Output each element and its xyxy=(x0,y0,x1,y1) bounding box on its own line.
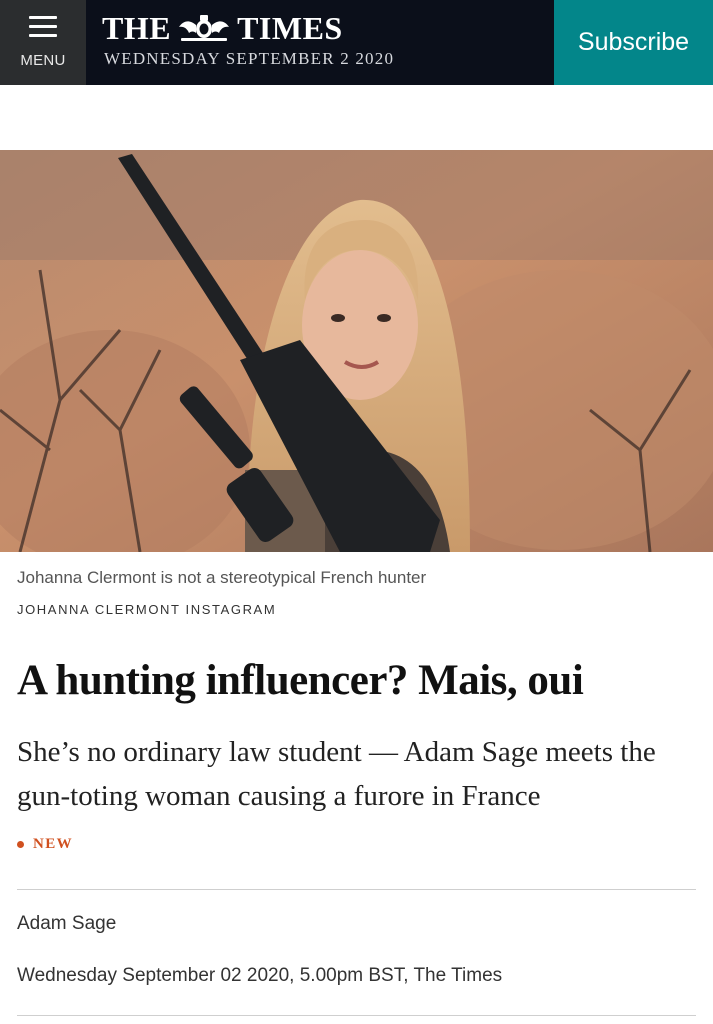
publish-date: Wednesday September 02 2020, 5.00pm BST,… xyxy=(17,965,503,986)
divider xyxy=(17,889,696,890)
badge-label: NEW xyxy=(33,836,74,852)
article-headline: A hunting influencer? Mais, oui xyxy=(17,657,584,704)
hero-image xyxy=(0,150,713,552)
masthead-date: WEDNESDAY SEPTEMBER 2 2020 xyxy=(104,49,395,68)
logo-text-the: THE xyxy=(102,9,172,46)
image-credit: JOHANNA CLERMONT INSTAGRAM xyxy=(17,602,277,617)
menu-label: MENU xyxy=(20,52,66,69)
divider xyxy=(17,1015,696,1016)
article-standfirst: She’s no ordinary law student — Adam Sag… xyxy=(17,736,656,812)
masthead[interactable]: THE TIMES WEDNESDAY SEPTEMBER 2 2020 xyxy=(86,0,554,85)
menu-button[interactable]: MENU xyxy=(0,0,86,85)
top-bar: MENU THE TIMES WEDNESDAY SEPTEMBER 2 202… xyxy=(0,0,713,85)
site-logo[interactable]: THE TIMES xyxy=(102,9,343,47)
new-badge: NEW xyxy=(17,836,73,853)
logo-text-times: TIMES xyxy=(237,9,343,46)
image-caption: Johanna Clermont is not a stereotypical … xyxy=(17,568,427,587)
subscribe-button[interactable]: Subscribe xyxy=(554,0,713,85)
author-name[interactable]: Adam Sage xyxy=(17,913,116,935)
hamburger-menu-icon xyxy=(29,16,57,38)
bullet-dot-icon xyxy=(17,841,24,848)
royal-crest-icon xyxy=(179,15,230,41)
